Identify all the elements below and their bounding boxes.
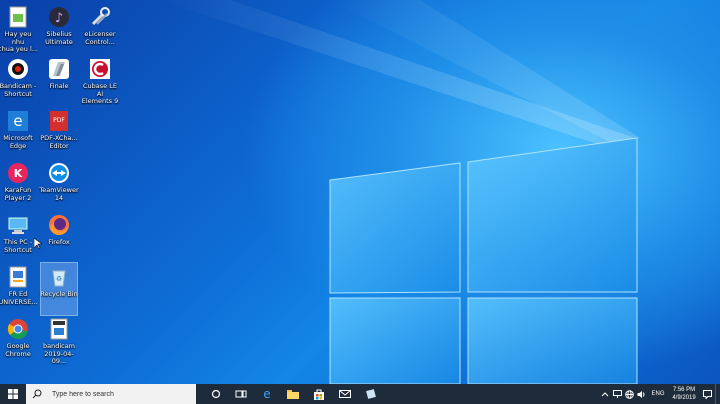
- desktop-icon-chrome[interactable]: Google Chrome: [0, 315, 36, 367]
- icon-label: Bandicam - Shortcut: [0, 83, 37, 98]
- clock[interactable]: 7:56 PM 4/9/2019: [669, 384, 699, 404]
- taskbar-store-button[interactable]: [306, 384, 332, 404]
- windows-start-icon: [8, 389, 18, 399]
- desktop-icon-teamviewer[interactable]: TeamViewer 14: [39, 159, 79, 211]
- desktop-icon-thispc[interactable]: This PC - Shortcut: [0, 211, 36, 263]
- desktop-icon-bandicam[interactable]: Bandicam - Shortcut: [0, 55, 36, 107]
- icon-label: Recycle Bin: [40, 291, 78, 298]
- desktop-icon-file[interactable]: Hay yeu nhu chua yeu l...: [0, 3, 38, 55]
- edge-icon: e: [263, 388, 270, 400]
- desktop-icon-universe[interactable]: FR Ed UNIVERSE...: [0, 263, 38, 315]
- desktop-icon-edge[interactable]: e Microsoft Edge: [0, 107, 36, 159]
- icon-label: Finale: [49, 83, 69, 90]
- recycle-bin-icon: ♻: [47, 265, 71, 289]
- desktop[interactable]: Hay yeu nhu chua yeu l... Bandicam - Sho…: [0, 0, 720, 384]
- icon-label: Sibelius Ultimate: [45, 31, 73, 46]
- task-view-button[interactable]: [204, 384, 228, 404]
- clock-time: 7:56 PM: [672, 387, 696, 393]
- desktop-icon-recyclebin[interactable]: ♻ Recycle Bin: [40, 262, 78, 316]
- desktop-icon-pdfxchange[interactable]: PDF PDF-XCha... Editor: [40, 107, 78, 159]
- start-button[interactable]: [0, 384, 26, 404]
- cubase-icon: [88, 57, 112, 81]
- karafun-icon: K: [6, 161, 30, 185]
- chevron-up-icon: [601, 392, 609, 397]
- store-icon: [314, 389, 324, 400]
- clock-date: 4/9/2019: [672, 395, 696, 401]
- folder-icon: [287, 390, 299, 399]
- task-view-icon: [235, 390, 247, 398]
- icon-label: Firefox: [48, 239, 70, 246]
- action-center-button[interactable]: [699, 384, 715, 404]
- desktop-icon-elicenser[interactable]: eLicenser Control...: [82, 3, 118, 55]
- svg-text:♪: ♪: [55, 11, 63, 26]
- tray-display-button[interactable]: [611, 384, 623, 404]
- desktop-icon-firefox[interactable]: Firefox: [41, 211, 77, 263]
- network-globe-icon: [624, 389, 634, 399]
- sibelius-icon: ♪: [47, 5, 71, 29]
- document-icon: [6, 265, 30, 289]
- icon-label: This PC - Shortcut: [3, 239, 33, 254]
- search-icon: [32, 389, 42, 399]
- icon-label: Cubase LE AI Elements 9: [81, 83, 119, 105]
- firefox-icon: [47, 213, 71, 237]
- chrome-icon: [6, 317, 30, 341]
- file-icon: [6, 5, 30, 29]
- show-desktop-button[interactable]: [715, 384, 720, 404]
- svg-text:♻: ♻: [56, 275, 62, 283]
- desktop-icon-cubase[interactable]: Cubase LE AI Elements 9: [82, 55, 118, 107]
- icon-label: eLicenser Control...: [84, 31, 116, 46]
- app-icon: [366, 389, 376, 399]
- pdf-icon: PDF: [47, 109, 71, 133]
- taskbar-mail-button[interactable]: [332, 384, 358, 404]
- icon-label: FR Ed UNIVERSE...: [0, 291, 38, 306]
- icon-label: TeamViewer 14: [39, 187, 79, 202]
- icon-label: bandicam 2019-04-09...: [42, 343, 76, 365]
- icon-label: KaraFun Player 2: [4, 187, 32, 202]
- video-file-icon: [47, 317, 71, 341]
- mail-icon: [339, 390, 351, 398]
- desktop-icon-karafun[interactable]: K KaraFun Player 2: [0, 159, 36, 211]
- computer-icon: [6, 213, 30, 237]
- edge-icon: e: [6, 109, 30, 133]
- desktop-icon-video[interactable]: bandicam 2019-04-09...: [41, 315, 77, 367]
- bandicam-icon: [6, 57, 30, 81]
- icon-label: Google Chrome: [5, 343, 31, 358]
- icon-label: Hay yeu nhu chua yeu l...: [0, 31, 38, 53]
- search-input[interactable]: [50, 389, 194, 399]
- taskbar-taskview-button[interactable]: [228, 384, 254, 404]
- language-indicator[interactable]: ENG: [649, 384, 667, 404]
- speaker-icon: [637, 390, 644, 398]
- svg-text:e: e: [263, 388, 270, 400]
- taskbar-app-button[interactable]: [358, 384, 384, 404]
- finale-icon: [47, 57, 71, 81]
- teamviewer-icon: [47, 161, 71, 185]
- cortana-circle-icon: [211, 389, 221, 399]
- tray-volume-button[interactable]: [635, 384, 647, 404]
- tray-network-button[interactable]: [623, 384, 635, 404]
- taskbar: e ENG 7:56 PM 4/9/2019: [0, 384, 720, 404]
- icon-label: Microsoft Edge: [3, 135, 33, 150]
- svg-text:e: e: [13, 112, 22, 130]
- desktop-icon-sibelius[interactable]: ♪ Sibelius Ultimate: [41, 3, 77, 55]
- desktop-icon-finale[interactable]: Finale: [41, 55, 77, 107]
- karafun-letter: K: [14, 167, 23, 180]
- taskbar-search-box[interactable]: [26, 384, 196, 404]
- pdf-badge: PDF: [53, 117, 65, 124]
- icon-label: PDF-XCha... Editor: [40, 135, 78, 150]
- elicenser-icon: [88, 5, 112, 29]
- taskbar-explorer-button[interactable]: [280, 384, 306, 404]
- notification-icon: [702, 389, 712, 399]
- taskbar-edge-button[interactable]: e: [254, 384, 280, 404]
- mouse-cursor-icon: [34, 238, 42, 250]
- show-hidden-icons-button[interactable]: [599, 384, 611, 404]
- display-icon: [612, 390, 622, 398]
